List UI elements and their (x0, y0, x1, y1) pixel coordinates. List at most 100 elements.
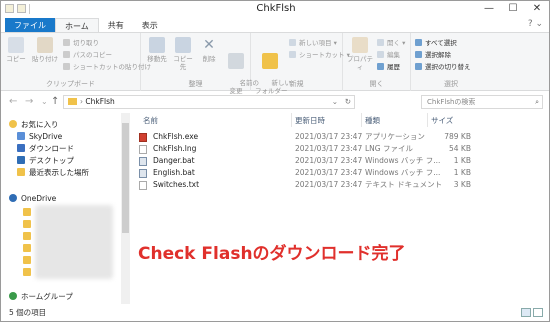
paste-label: 貼り付け (32, 55, 58, 63)
nav-item-recent[interactable]: 最近表示した場所 (17, 167, 89, 178)
maximize-button[interactable]: ☐ (501, 1, 525, 18)
open-group-label: 開く (369, 80, 384, 88)
file-size: 1 KB (453, 168, 471, 177)
new-item-button[interactable]: 新しい項目 ▾ (289, 39, 337, 48)
column-divider (291, 113, 292, 127)
onedrive-folder-4[interactable] (23, 243, 35, 254)
address-dropdown-icon[interactable]: ⌄ (332, 96, 338, 108)
file-date: 2021/03/17 23:47 (295, 180, 363, 189)
copy-to-button[interactable]: コピー先 (171, 37, 195, 71)
tab-file[interactable]: ファイル (5, 18, 55, 33)
move-to-icon (149, 37, 165, 53)
file-list: 名前 更新日時 種類 サイズ ChkFlsh.exe 2021/03/17 23… (133, 113, 549, 303)
edit-label: 編集 (387, 51, 400, 59)
column-header-type[interactable]: 種類 (365, 115, 380, 126)
column-header-size[interactable]: サイズ (431, 115, 453, 126)
copy-button[interactable]: コピー (5, 37, 27, 63)
file-row[interactable]: ChkFlsh.lng 2021/03/17 23:47 LNG ファイル 54… (139, 143, 471, 154)
up-arrow-icon[interactable]: ↑ (51, 96, 59, 107)
file-date: 2021/03/17 23:47 (295, 132, 363, 141)
nav-item-desktop[interactable]: デスクトップ (17, 155, 74, 166)
onedrive-folder-3[interactable] (23, 231, 35, 242)
navigation-scrollbar[interactable] (121, 113, 130, 304)
new-item-label: 新しい項目 ▾ (299, 39, 337, 47)
scrollbar-thumb[interactable] (122, 123, 129, 233)
refresh-icon[interactable]: ↻ (345, 96, 351, 108)
nav-item-skydrive[interactable]: SkyDrive (17, 131, 62, 142)
copy-path-button[interactable]: パスのコピー (63, 51, 112, 60)
nav-item-homegroup[interactable]: ホームグループ (9, 291, 73, 302)
new-group: 新しい フォルダー 新しい項目 ▾ ショートカット ▾ 新規 (251, 33, 350, 95)
file-row[interactable]: Switches.txt 2021/03/17 23:47 テキスト ドキュメン… (139, 179, 471, 190)
address-path[interactable]: ChkFlsh (85, 97, 114, 106)
nav-item-favorites[interactable]: お気に入り (9, 119, 59, 130)
properties-quick-icon[interactable] (5, 4, 14, 13)
onedrive-folder-5[interactable] (23, 255, 35, 266)
onedrive-folder-2[interactable] (23, 219, 35, 230)
tab-view[interactable]: 表示 (133, 18, 167, 33)
file-row[interactable]: ChkFlsh.exe 2021/03/17 23:47 アプリケーション 78… (139, 131, 471, 142)
edit-button[interactable]: 編集 (377, 51, 400, 60)
nav-label: ホームグループ (21, 292, 73, 301)
file-name: ChkFlsh.exe (153, 132, 199, 141)
help-icon[interactable]: ? ⌄ (528, 19, 543, 29)
copy-path-icon (63, 51, 70, 58)
select-group-label: 選択 (444, 80, 458, 88)
cut-button[interactable]: 切り取り (63, 39, 99, 48)
shortcut-button[interactable]: ショートカット ▾ (289, 51, 350, 60)
bat-file-icon (139, 169, 147, 178)
tab-share[interactable]: 共有 (99, 18, 133, 33)
onedrive-folder-1[interactable] (23, 207, 35, 218)
window-controls: — ☐ ✕ (477, 1, 549, 18)
onedrive-folder-6[interactable] (23, 267, 35, 278)
properties-button[interactable]: プロパティ (345, 37, 375, 71)
file-row[interactable]: English.bat 2021/03/17 23:47 Windows バッチ… (139, 167, 471, 178)
delete-button[interactable]: ✕ 削除 (199, 37, 219, 63)
folder-icon (23, 232, 31, 240)
nav-label: お気に入り (21, 120, 59, 129)
file-row[interactable]: Danger.bat 2021/03/17 23:47 Windows バッチ … (139, 155, 471, 166)
back-arrow-icon[interactable]: ← (9, 96, 17, 107)
blurred-folder-names (35, 205, 113, 279)
file-type: LNG ファイル (365, 144, 413, 153)
column-header-name[interactable]: 名前 (143, 115, 158, 126)
bat-file-icon (139, 157, 147, 166)
address-input[interactable]: › ChkFlsh ⌄ ↻ (63, 95, 355, 109)
nav-item-onedrive[interactable]: OneDrive (9, 193, 56, 204)
nav-item-downloads[interactable]: ダウンロード (17, 143, 74, 154)
title-bar: ChkFlsh — ☐ ✕ (1, 1, 549, 18)
organize-group: 移動先 コピー先 ✕ 削除 名前の 変更 整理 (141, 33, 259, 95)
history-button[interactable]: 履歴 (377, 63, 400, 72)
forward-arrow-icon[interactable]: → (25, 96, 33, 107)
new-folder-quick-icon[interactable] (17, 4, 26, 13)
paste-shortcut-button[interactable]: ショートカットの貼り付け (63, 63, 151, 72)
cloud-icon (17, 132, 25, 140)
address-bar-row: ← → ⌄ ↑ › ChkFlsh ⌄ ↻ ChkFlshの検索 ⌕ (1, 92, 549, 111)
folder-icon (23, 208, 31, 216)
desktop-icon (17, 156, 25, 164)
nav-label: デスクトップ (29, 156, 74, 165)
file-size: 789 KB (444, 132, 471, 141)
quick-access-toolbar (5, 4, 30, 14)
column-header-date[interactable]: 更新日時 (295, 115, 325, 126)
search-input[interactable]: ChkFlshの検索 ⌕ (421, 95, 543, 109)
invert-selection-button[interactable]: 選択の切り替え (415, 63, 471, 72)
history-icon (377, 63, 384, 70)
file-name: ChkFlsh.lng (153, 144, 197, 153)
select-all-button[interactable]: すべて選択 (415, 39, 457, 48)
select-none-button[interactable]: 選択解除 (415, 51, 451, 60)
tab-home[interactable]: ホーム (55, 18, 99, 33)
recent-locations-chevron-icon[interactable]: ⌄ (41, 97, 48, 106)
details-view-icon[interactable] (521, 308, 531, 317)
copy-label: コピー (6, 55, 26, 63)
status-bar: 5 個の項目 (1, 304, 549, 321)
minimize-button[interactable]: — (477, 1, 501, 18)
close-button[interactable]: ✕ (525, 1, 549, 18)
edit-icon (377, 51, 384, 58)
properties-icon (352, 37, 368, 53)
select-group: すべて選択 選択解除 選択の切り替え 選択 (411, 33, 491, 91)
move-to-button[interactable]: 移動先 (145, 37, 169, 63)
open-button[interactable]: 開く ▾ (377, 39, 405, 48)
large-icons-view-icon[interactable] (533, 308, 543, 317)
paste-button[interactable]: 貼り付け (31, 37, 59, 63)
